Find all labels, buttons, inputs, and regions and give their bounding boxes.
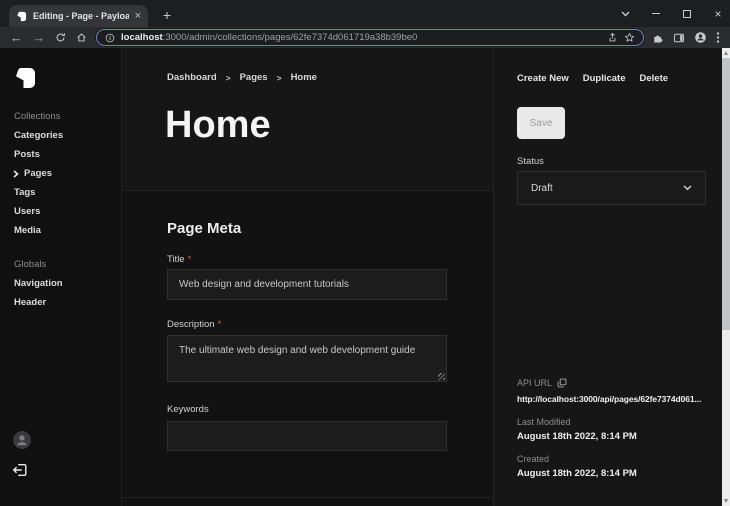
sidebar: Collections Categories Posts Pages Tags … xyxy=(0,48,122,506)
tab-strip: Editing - Page - Payload × + × xyxy=(0,0,730,27)
sidebar-item-media[interactable]: Media xyxy=(14,225,41,236)
url-host: localhost xyxy=(121,32,163,43)
status-label: Status xyxy=(517,156,544,167)
last-modified-label: Last Modified xyxy=(517,417,571,427)
site-info-icon[interactable] xyxy=(105,33,115,43)
chevron-right-icon xyxy=(13,169,19,178)
url-path: :3000/admin/collections/pages/62fe7374d0… xyxy=(162,32,418,43)
browser-toolbar: ← → localhost:3000/admin/collections/pag… xyxy=(0,27,730,48)
created-label: Created xyxy=(517,454,550,464)
url-bar[interactable]: localhost:3000/admin/collections/pages/6… xyxy=(96,29,644,46)
delete-link[interactable]: Delete xyxy=(640,73,669,84)
home-icon[interactable] xyxy=(76,32,87,43)
title-input[interactable] xyxy=(167,269,447,300)
duplicate-link[interactable]: Duplicate xyxy=(583,73,626,84)
globals-group-label: Globals xyxy=(14,259,47,270)
payload-favicon xyxy=(16,11,27,22)
title-field-label: Title * xyxy=(167,254,192,265)
minimize-button[interactable] xyxy=(650,13,662,14)
side-panel-icon[interactable] xyxy=(673,32,685,44)
sidebar-item-tags[interactable]: Tags xyxy=(14,187,35,198)
share-icon[interactable] xyxy=(607,32,618,43)
refresh-icon[interactable] xyxy=(55,32,66,43)
payload-logo-icon[interactable] xyxy=(13,66,37,95)
textarea-resize-handle[interactable] xyxy=(438,373,445,380)
back-icon[interactable]: ← xyxy=(10,31,23,44)
scrollbar-down-arrow[interactable] xyxy=(724,499,728,503)
tab-close-icon[interactable]: × xyxy=(135,10,141,22)
page-title: Home xyxy=(165,104,271,146)
bookmark-star-icon[interactable] xyxy=(624,32,635,43)
maximize-button[interactable] xyxy=(681,9,693,18)
section-divider xyxy=(122,497,493,498)
description-textarea[interactable]: The ultimate web design and web developm… xyxy=(167,335,447,382)
close-window-button[interactable]: × xyxy=(712,7,724,21)
sidebar-item-pages[interactable]: Pages xyxy=(13,168,52,179)
account-avatar-icon[interactable] xyxy=(12,430,32,450)
api-url-label-row: API URL xyxy=(517,378,567,388)
last-modified-value: August 18th 2022, 8:14 PM xyxy=(517,431,637,442)
tab-search-chevron-icon[interactable] xyxy=(619,11,631,17)
created-value: August 18th 2022, 8:14 PM xyxy=(517,468,637,479)
description-field: The ultimate web design and web developm… xyxy=(167,335,447,382)
breadcrumb-separator: > xyxy=(225,72,231,83)
status-dropdown[interactable]: Draft xyxy=(517,171,706,205)
section-title-page-meta: Page Meta xyxy=(167,220,242,237)
collections-group-label: Collections xyxy=(14,111,61,122)
scrollbar-thumb[interactable] xyxy=(722,58,730,330)
sidebar-item-users[interactable]: Users xyxy=(14,206,40,217)
toolbar-extensions-area xyxy=(652,31,720,44)
status-value: Draft xyxy=(531,182,553,194)
payload-admin-app: Collections Categories Posts Pages Tags … xyxy=(0,48,730,506)
logout-icon[interactable] xyxy=(12,462,28,483)
save-button[interactable]: Save xyxy=(517,107,565,139)
sidebar-item-posts[interactable]: Posts xyxy=(14,149,40,160)
create-new-link[interactable]: Create New xyxy=(517,73,569,84)
sidebar-item-categories[interactable]: Categories xyxy=(14,130,63,141)
breadcrumb-dashboard[interactable]: Dashboard xyxy=(167,72,217,83)
edit-view: Dashboard > Pages > Home Home Page Meta … xyxy=(122,48,493,506)
description-field-label: Description * xyxy=(167,319,222,330)
breadcrumb: Dashboard > Pages > Home xyxy=(167,72,317,83)
required-asterisk: * xyxy=(217,319,222,330)
tab-title: Editing - Page - Payload xyxy=(33,11,129,21)
copy-icon[interactable] xyxy=(557,378,567,388)
sidebar-item-header[interactable]: Header xyxy=(14,297,46,308)
profile-avatar-icon[interactable] xyxy=(694,31,707,44)
page-scrollbar[interactable] xyxy=(722,48,730,506)
document-actions-panel: Create New Duplicate Delete Save Status … xyxy=(493,48,722,506)
new-tab-button[interactable]: + xyxy=(158,7,176,25)
browser-menu-kebab-icon[interactable] xyxy=(716,31,720,44)
browser-tab[interactable]: Editing - Page - Payload × xyxy=(9,5,148,27)
chevron-down-icon xyxy=(683,185,692,191)
keywords-input[interactable] xyxy=(167,421,447,451)
breadcrumb-home: Home xyxy=(290,72,317,83)
required-asterisk: * xyxy=(187,254,192,265)
api-url-link[interactable]: http://localhost:3000/api/pages/62fe7374… xyxy=(517,394,709,404)
api-url-label: API URL xyxy=(517,378,553,388)
url-text: localhost:3000/admin/collections/pages/6… xyxy=(121,32,601,43)
extensions-puzzle-icon[interactable] xyxy=(652,32,664,44)
breadcrumb-separator: > xyxy=(276,72,282,83)
window-controls: × xyxy=(619,0,724,27)
forward-icon[interactable]: → xyxy=(33,31,46,44)
browser-window: Editing - Page - Payload × + × ← → local… xyxy=(0,0,730,506)
sidebar-item-navigation[interactable]: Navigation xyxy=(14,278,63,289)
scrollbar-up-arrow[interactable] xyxy=(724,51,728,55)
keywords-field-label: Keywords xyxy=(167,404,209,415)
breadcrumb-pages[interactable]: Pages xyxy=(240,72,268,83)
document-actions: Create New Duplicate Delete xyxy=(517,73,668,84)
